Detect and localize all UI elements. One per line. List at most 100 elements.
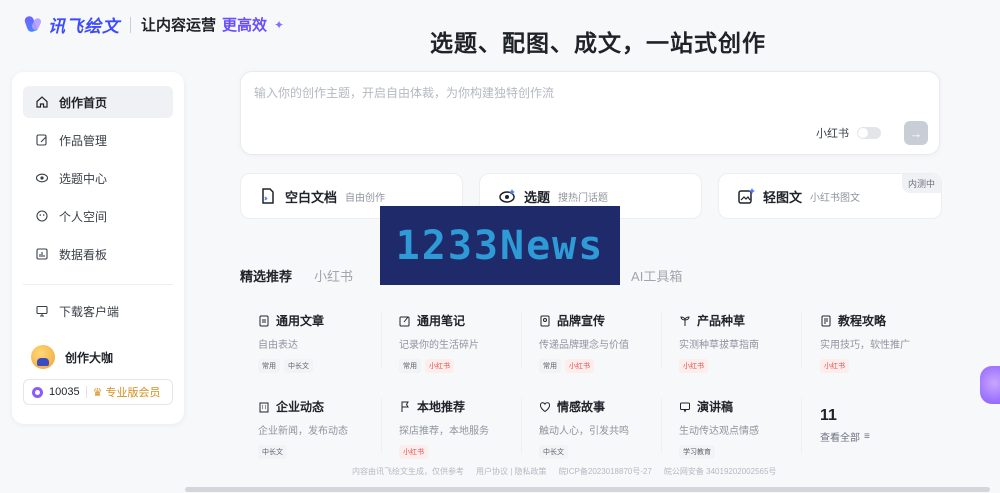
template-desc: 传递品牌理念与价值 xyxy=(539,340,629,351)
template-card[interactable]: 情感故事 触动人心，引发共鸣 中长文 xyxy=(539,398,665,459)
user-name: 创作大咖 xyxy=(65,350,114,365)
vip-badge[interactable]: ♛ 专业版会员 xyxy=(93,384,161,400)
template-divider xyxy=(801,398,802,454)
xiaohongshu-toggle[interactable]: 小红书 xyxy=(816,125,881,141)
sidebar-item-dashboard[interactable]: 数据看板 xyxy=(23,238,173,270)
assistant-mascot-icon[interactable] xyxy=(980,366,1000,404)
sidebar-item-label: 个人空间 xyxy=(59,209,108,224)
template-desc: 记录你的生活碎片 xyxy=(399,340,479,351)
horizontal-scrollbar[interactable] xyxy=(185,487,990,492)
template-tag: 小红书 xyxy=(425,359,454,373)
template-tag: 中长文 xyxy=(284,359,313,373)
template-divider xyxy=(521,312,522,368)
footer-icp[interactable]: 皖ICP备2023018870号-27 xyxy=(559,466,652,477)
template-title: 情感故事 xyxy=(557,400,606,414)
building-icon xyxy=(259,402,269,412)
mode-title: 选题 xyxy=(524,189,551,205)
list-icon: ≡ xyxy=(864,431,870,442)
prompt-input[interactable]: 输入你的创作主题，开启自由体裁，为你构建独特创作流 xyxy=(254,84,554,101)
avatar xyxy=(31,345,55,369)
footer: 内容由讯飞绘文生成，仅供参考 用户协议 | 隐私政策 皖ICP备20230188… xyxy=(352,466,776,477)
template-divider xyxy=(801,312,802,368)
template-card[interactable]: 通用笔记 记录你的生活碎片 常用 小红书 xyxy=(399,312,525,373)
edit-doc-icon xyxy=(35,133,49,147)
send-button[interactable]: → xyxy=(904,121,928,145)
template-card[interactable]: 演讲稿 生动传达观点情感 学习教育 xyxy=(679,398,805,459)
template-tag: 学习教育 xyxy=(679,445,715,459)
article-icon xyxy=(259,315,269,326)
template-card[interactable]: 通用文章 自由表达 常用 中长文 xyxy=(258,312,384,373)
template-title: 企业动态 xyxy=(276,400,325,414)
mode-card-light-post[interactable]: 轻图文 小红书图文 内测中 xyxy=(718,173,942,219)
footer-disclaimer: 内容由讯飞绘文生成，仅供参考 xyxy=(352,467,464,476)
view-all-label: 查看全部 xyxy=(820,433,860,444)
face-icon xyxy=(35,209,49,223)
view-all-templates[interactable]: 11 查看全部 ≡ xyxy=(820,407,946,444)
template-desc: 企业新闻，发布动态 xyxy=(258,426,348,437)
brand-slogan: 让内容运营 xyxy=(141,17,217,34)
template-desc: 实测种草拔草指南 xyxy=(679,340,759,351)
credit-panel[interactable]: 10035 ♛ 专业版会员 xyxy=(23,379,173,405)
template-tag: 小红书 xyxy=(820,359,849,373)
mode-subtitle: 自由创作 xyxy=(345,192,386,204)
template-title: 品牌宣传 xyxy=(557,314,606,328)
logo-divider xyxy=(130,16,131,33)
template-tag: 常用 xyxy=(399,359,421,373)
sidebar-item-label: 数据看板 xyxy=(59,247,108,262)
template-tag: 小红书 xyxy=(399,445,428,459)
heart-icon xyxy=(539,401,551,412)
template-card[interactable]: 品牌宣传 传递品牌理念与价值 常用 小红书 xyxy=(539,312,665,373)
sidebar-item-home[interactable]: 创作首页 xyxy=(23,86,173,118)
speech-icon xyxy=(680,402,690,413)
prompt-composer[interactable]: 输入你的创作主题，开启自由体裁，为你构建独特创作流 小红书 → xyxy=(240,71,940,155)
tab-xiaohongshu[interactable]: 小红书 xyxy=(314,266,353,285)
sidebar-item-topics[interactable]: 选题中心 xyxy=(23,162,173,194)
download-label: 下载客户端 xyxy=(59,304,120,319)
template-card[interactable]: 教程攻略 实用技巧，软性推广 小红书 xyxy=(820,312,946,373)
credit-count: 10035 xyxy=(49,386,80,398)
brand-name: 讯飞绘文 xyxy=(48,17,120,36)
home-icon xyxy=(35,95,49,109)
template-tag: 小红书 xyxy=(679,359,708,373)
mode-title: 空白文档 xyxy=(285,189,338,205)
template-divider xyxy=(661,398,662,454)
template-desc: 自由表达 xyxy=(258,340,298,351)
sidebar-item-space[interactable]: 个人空间 xyxy=(23,200,173,232)
template-tag: 中长文 xyxy=(258,445,287,459)
template-desc: 生动传达观点情感 xyxy=(679,426,759,437)
coin-icon xyxy=(32,386,43,398)
template-tag: 常用 xyxy=(258,359,280,373)
template-card[interactable]: 本地推荐 探店推荐，本地服务 小红书 xyxy=(399,398,525,459)
template-divider xyxy=(661,312,662,368)
page-headline: 选题、配图、成文，一站式创作 xyxy=(430,30,766,56)
sidebar-divider xyxy=(23,284,173,285)
template-divider xyxy=(381,312,382,368)
download-client-link[interactable]: 下载客户端 xyxy=(23,295,173,327)
tab-featured[interactable]: 精选推荐 xyxy=(240,266,292,285)
footer-links[interactable]: 用户协议 | 隐私政策 xyxy=(476,466,547,477)
tab-ai-tools[interactable]: AI工具箱 xyxy=(631,266,682,285)
template-tag: 常用 xyxy=(539,359,561,373)
eye-icon xyxy=(35,171,49,185)
template-card[interactable]: 企业动态 企业新闻，发布动态 中长文 xyxy=(258,398,384,459)
toggle-switch[interactable] xyxy=(857,127,881,139)
note-icon xyxy=(399,316,410,326)
footer-police[interactable]: 皖公网安备 34019202002565号 xyxy=(664,466,777,477)
template-title: 本地推荐 xyxy=(417,400,466,414)
template-tag: 中长文 xyxy=(539,445,568,459)
watermark-text: 1233News xyxy=(395,222,605,269)
logo-mark-icon xyxy=(23,14,43,36)
sidebar-item-label: 作品管理 xyxy=(59,133,108,148)
sidebar-item-works[interactable]: 作品管理 xyxy=(23,124,173,156)
crown-icon: ♛ xyxy=(92,386,103,399)
brand-slogan-highlight: 更高效 xyxy=(222,17,268,34)
toggle-label: 小红书 xyxy=(816,128,849,140)
user-profile[interactable]: 创作大咖 xyxy=(23,345,173,369)
doc-spark-icon xyxy=(262,188,274,204)
monitor-icon xyxy=(35,304,49,318)
image-spark-icon xyxy=(738,188,755,204)
brand-logo[interactable]: 讯飞绘文 让内容运营 更高效 ✦ xyxy=(23,12,284,37)
template-card[interactable]: 产品种草 实测种草拔草指南 小红书 xyxy=(679,312,805,373)
sidebar-item-label: 创作首页 xyxy=(59,95,108,110)
template-title: 通用文章 xyxy=(276,314,325,328)
